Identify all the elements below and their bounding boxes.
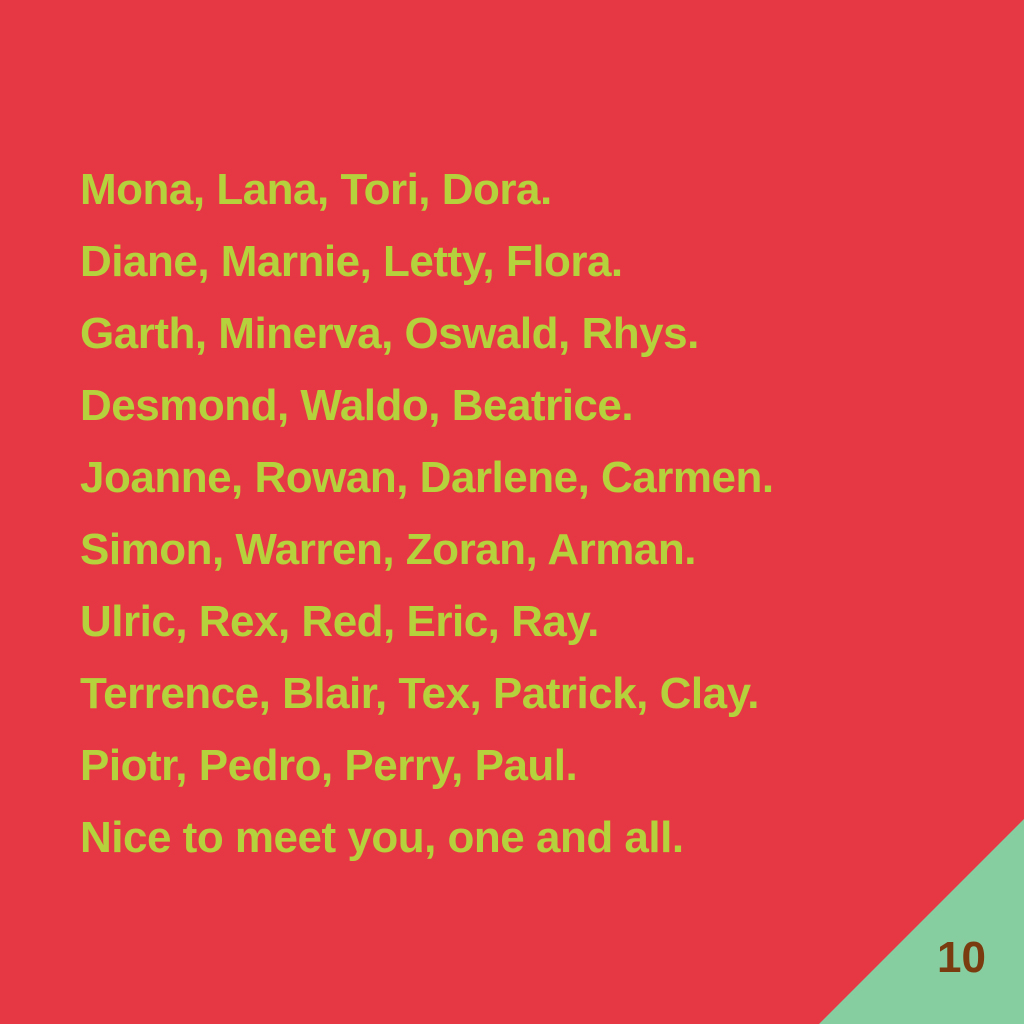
verse-line: Piotr, Pedro, Perry, Paul. — [80, 741, 578, 790]
verse-line: Desmond, Waldo, Beatrice. — [80, 381, 634, 430]
corner-triangle — [819, 819, 1024, 1024]
verse-line: Simon, Warren, Zoran, Arman. — [80, 525, 696, 574]
book-page: Mona, Lana, Tori, Dora. Diane, Marnie, L… — [0, 0, 1024, 1024]
verse-line: Diane, Marnie, Letty, Flora. — [80, 237, 623, 286]
verse-line: Terrence, Blair, Tex, Patrick, Clay. — [80, 669, 760, 718]
verse-line: Garth, Minerva, Oswald, Rhys. — [80, 309, 699, 358]
page-number: 10 — [937, 933, 986, 982]
verse-line: Joanne, Rowan, Darlene, Carmen. — [80, 453, 774, 502]
verse-line: Ulric, Rex, Red, Eric, Ray. — [80, 597, 599, 646]
verse-text: Mona, Lana, Tori, Dora. Diane, Marnie, L… — [80, 160, 980, 880]
verse-line: Mona, Lana, Tori, Dora. — [80, 165, 552, 214]
